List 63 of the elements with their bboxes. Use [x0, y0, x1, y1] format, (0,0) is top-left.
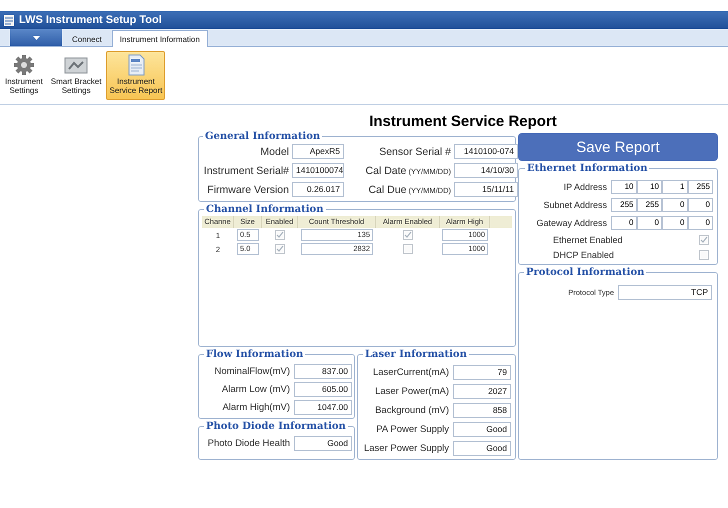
window-title: LWS Instrument Setup Tool: [19, 14, 162, 26]
field-label: NominalFlow(mV): [214, 366, 290, 377]
ribbon-button[interactable]: Instrument Settings: [2, 51, 46, 100]
value-field[interactable]: 2027: [453, 384, 511, 399]
option-label: Ethernet Enabled: [553, 235, 623, 245]
value-field[interactable]: 15/11/11: [454, 182, 518, 197]
address-field[interactable]: 10 10 1 255: [611, 180, 713, 194]
field-label: Gateway Address: [535, 218, 607, 228]
field-label: Subnet Address: [542, 200, 607, 210]
value-field[interactable]: Good: [294, 436, 352, 451]
checkbox[interactable]: [275, 244, 285, 254]
app-menu-button[interactable]: [10, 29, 62, 46]
checkbox[interactable]: [403, 230, 413, 240]
ribbon-tab[interactable]: Connect: [64, 30, 110, 47]
field-label: Instrument Serial#: [202, 164, 289, 176]
section-title: Protocol Information: [525, 267, 646, 278]
checkbox[interactable]: [275, 230, 285, 240]
field-label: LaserCurrent(mA): [372, 367, 449, 378]
save-report-button[interactable]: Save Report: [518, 133, 718, 161]
ribbon-tab[interactable]: Instrument Information: [112, 30, 208, 47]
field-label: Alarm Low (mV): [220, 384, 290, 395]
value-field[interactable]: 1410100-074: [454, 144, 518, 159]
value-field[interactable]: TCP: [618, 285, 712, 300]
checkbox[interactable]: [403, 244, 413, 254]
field-label: PA Power Supply: [375, 424, 449, 435]
value-field[interactable]: ApexR5: [292, 144, 344, 159]
app-icon: [4, 14, 14, 26]
field-label: Background (mV): [374, 405, 449, 416]
address-field[interactable]: 255 255 0 0: [611, 198, 713, 212]
section-title: Ethernet Information: [526, 163, 648, 174]
field-label: Laser Power(mA): [374, 386, 449, 397]
section-title: Channel Information: [205, 204, 324, 215]
checkbox[interactable]: [699, 250, 709, 260]
field-label: IP Address: [562, 182, 607, 192]
field-label: Photo Diode Health: [206, 438, 290, 449]
gear-icon: [12, 54, 35, 76]
value-field[interactable]: Good: [453, 422, 511, 437]
field-label: Alarm High(mV): [221, 402, 290, 413]
value-field[interactable]: 14/10/30: [454, 163, 518, 178]
value-field[interactable]: 858: [453, 403, 511, 418]
field-label: Laser Power Supply: [362, 443, 449, 454]
option-label: DHCP Enabled: [553, 250, 614, 260]
section-title: Photo Diode Information: [205, 421, 347, 432]
value-field[interactable]: 0.26.017: [292, 182, 344, 197]
value-field[interactable]: Good: [453, 441, 511, 456]
ribbon-button[interactable]: Smart Bracket Settings: [48, 51, 104, 100]
field-label: Model: [259, 146, 289, 158]
field-label: Sensor Serial #: [378, 146, 451, 158]
document-icon: [126, 54, 146, 76]
field-label: Firmware Version: [206, 184, 289, 196]
value-field[interactable]: 1410100074: [292, 163, 344, 178]
caret-icon: [32, 36, 40, 40]
section-title: Flow Information: [205, 349, 304, 360]
value-field[interactable]: 837.00: [294, 364, 352, 379]
ribbon-button[interactable]: Instrument Service Report: [106, 51, 166, 100]
section-title: Laser Information: [364, 349, 468, 360]
value-field[interactable]: 79: [453, 365, 511, 380]
address-field[interactable]: 0 0 0 0: [611, 216, 713, 230]
value-field[interactable]: 605.00: [294, 382, 352, 397]
checkbox[interactable]: [699, 235, 709, 245]
section-title: General Information: [204, 131, 322, 142]
report-title: Instrument Service Report: [368, 113, 557, 131]
value-field[interactable]: 1047.00: [294, 400, 352, 415]
